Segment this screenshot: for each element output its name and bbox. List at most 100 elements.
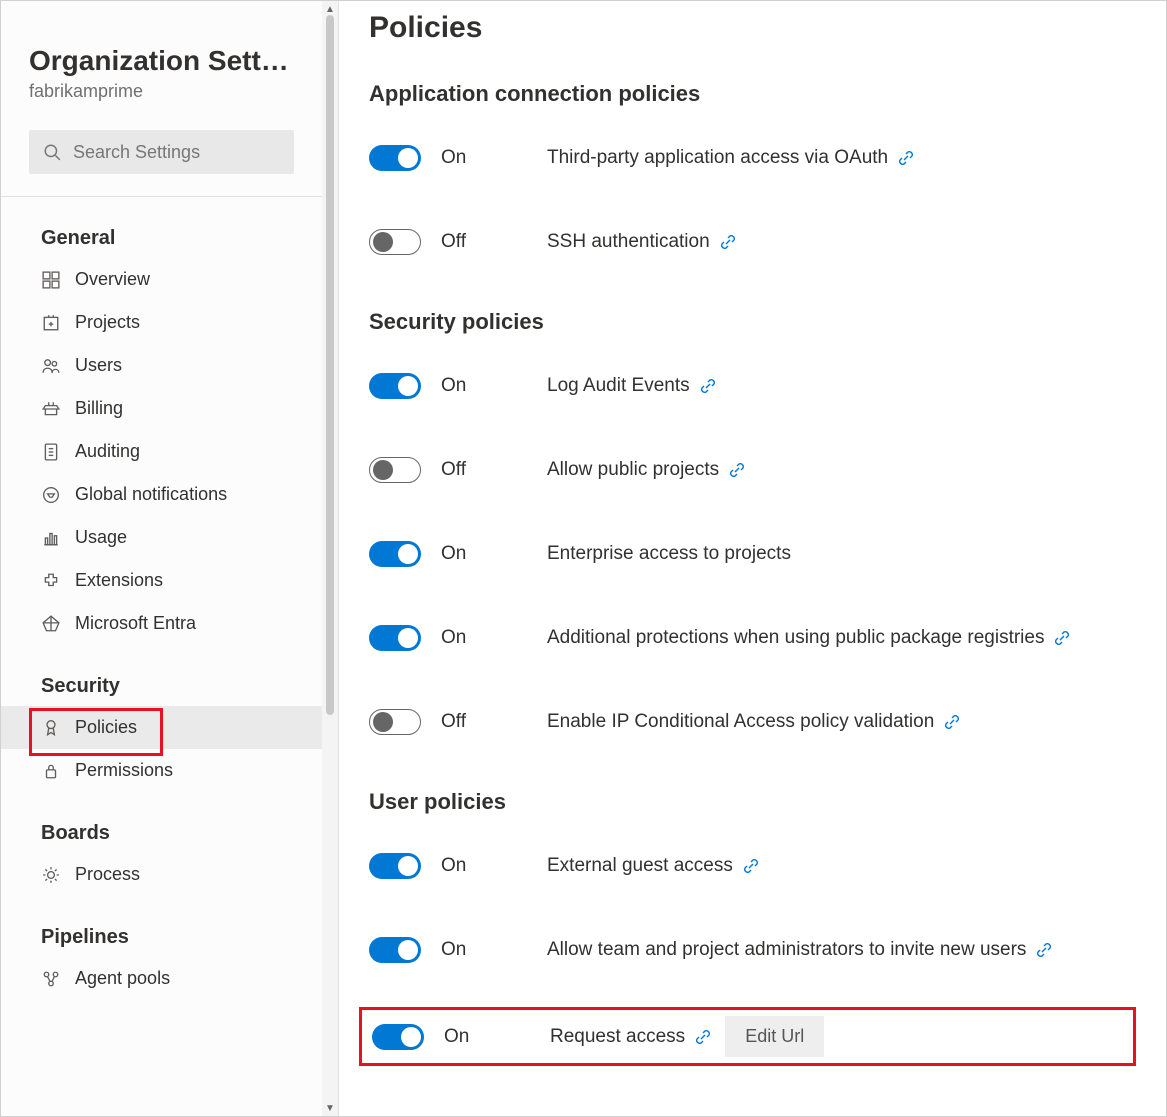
entra-icon [41, 614, 61, 634]
policy-toggle[interactable] [369, 541, 421, 567]
sidebar-item-projects[interactable]: Projects [1, 301, 322, 344]
policy-label: Additional protections when using public… [547, 627, 1070, 649]
policy-label-text: Allow public projects [547, 459, 719, 481]
policy-label: Allow public projects [547, 459, 745, 481]
policy-row: On Log Audit Events [369, 359, 1136, 413]
sidebar-item-label: Usage [75, 527, 127, 548]
link-icon[interactable] [695, 1029, 711, 1045]
policy-label: Enable IP Conditional Access policy vali… [547, 711, 960, 733]
sidebar-item-label: Auditing [75, 441, 140, 462]
policy-label-text: Third-party application access via OAuth [547, 147, 888, 169]
toggle-state-label: On [441, 147, 487, 169]
policy-toggle[interactable] [369, 145, 421, 171]
toggle-state-label: On [444, 1026, 490, 1048]
policy-label: Third-party application access via OAuth [547, 147, 914, 169]
sidebar-section-header: Pipelines [1, 896, 322, 957]
link-icon[interactable] [1054, 630, 1070, 646]
sidebar-title: Organization Settin… [29, 45, 294, 77]
policy-row: On Third-party application access via OAu… [369, 131, 1136, 185]
link-icon[interactable] [898, 150, 914, 166]
sidebar-item-process[interactable]: Process [1, 853, 322, 896]
search-settings[interactable] [29, 130, 294, 174]
sidebar-item-label: Microsoft Entra [75, 613, 196, 634]
link-icon[interactable] [743, 858, 759, 874]
extensions-icon [41, 571, 61, 591]
search-icon [43, 143, 61, 161]
toggle-state-label: On [441, 855, 487, 877]
link-icon[interactable] [729, 462, 745, 478]
policy-group-title: Security policies [369, 309, 1136, 335]
policy-label-text: SSH authentication [547, 231, 710, 253]
policy-toggle[interactable] [369, 229, 421, 255]
toggle-state-label: Off [441, 231, 487, 253]
search-input[interactable] [71, 141, 280, 164]
sidebar-item-microsoft-entra[interactable]: Microsoft Entra [1, 602, 322, 645]
link-icon[interactable] [944, 714, 960, 730]
policy-toggle[interactable] [369, 373, 421, 399]
policy-toggle[interactable] [369, 457, 421, 483]
sidebar-item-usage[interactable]: Usage [1, 516, 322, 559]
link-icon[interactable] [700, 378, 716, 394]
policy-label-text: External guest access [547, 855, 733, 877]
policy-toggle[interactable] [369, 937, 421, 963]
toggle-state-label: Off [441, 459, 487, 481]
policy-label-text: Log Audit Events [547, 375, 690, 397]
sidebar-item-label: Billing [75, 398, 123, 419]
policy-row: OffEnable IP Conditional Access policy v… [369, 695, 1136, 749]
sidebar-item-users[interactable]: Users [1, 344, 322, 387]
scroll-down-icon[interactable]: ▼ [322, 1100, 338, 1116]
sidebar-item-permissions[interactable]: Permissions [1, 749, 322, 792]
policy-label: Enterprise access to projects [547, 543, 791, 565]
sidebar-item-policies[interactable]: Policies [1, 706, 322, 749]
policy-toggle[interactable] [369, 625, 421, 651]
policy-row: On Request accessEdit Url [359, 1007, 1136, 1066]
link-icon[interactable] [1036, 942, 1052, 958]
policy-toggle[interactable] [369, 709, 421, 735]
scrollbar-track[interactable]: ▲ ▼ [322, 1, 338, 1116]
policy-label: External guest access [547, 855, 759, 877]
sidebar-item-label: Extensions [75, 570, 163, 591]
sidebar-subtitle: fabrikamprime [29, 81, 294, 102]
sidebar: ▲ ▼ Organization Settin… fabrikamprime G… [1, 1, 339, 1116]
policy-label-text: Enable IP Conditional Access policy vali… [547, 711, 934, 733]
toggle-state-label: On [441, 375, 487, 397]
policy-toggle[interactable] [369, 853, 421, 879]
overview-icon [41, 270, 61, 290]
link-icon[interactable] [720, 234, 736, 250]
users-icon [41, 356, 61, 376]
sidebar-section-header: General [1, 197, 322, 258]
policy-group-title: Application connection policies [369, 81, 1136, 107]
sidebar-item-label: Overview [75, 269, 150, 290]
sidebar-item-label: Permissions [75, 760, 173, 781]
policy-label-text: Allow team and project administrators to… [547, 939, 1026, 961]
auditing-icon [41, 442, 61, 462]
sidebar-item-label: Global notifications [75, 484, 227, 505]
sidebar-item-billing[interactable]: Billing [1, 387, 322, 430]
notifications-icon [41, 485, 61, 505]
policy-label: Request accessEdit Url [550, 1016, 824, 1057]
sidebar-item-auditing[interactable]: Auditing [1, 430, 322, 473]
scrollbar-thumb[interactable] [326, 15, 334, 715]
sidebar-item-label: Policies [75, 717, 137, 738]
policy-label-text: Enterprise access to projects [547, 543, 791, 565]
process-icon [41, 865, 61, 885]
sidebar-item-overview[interactable]: Overview [1, 258, 322, 301]
policy-row: OnAllow team and project administrators … [369, 923, 1136, 977]
edit-url-button[interactable]: Edit Url [725, 1016, 824, 1057]
policy-row: Off Allow public projects [369, 443, 1136, 497]
sidebar-item-label: Agent pools [75, 968, 170, 989]
permissions-icon [41, 761, 61, 781]
sidebar-item-agent-pools[interactable]: Agent pools [1, 957, 322, 1000]
sidebar-item-label: Users [75, 355, 122, 376]
policy-row: On External guest access [369, 839, 1136, 893]
policy-toggle[interactable] [372, 1024, 424, 1050]
sidebar-item-extensions[interactable]: Extensions [1, 559, 322, 602]
agent-pools-icon [41, 969, 61, 989]
page-title: Policies [369, 11, 1136, 45]
toggle-state-label: On [441, 543, 487, 565]
policy-group-title: User policies [369, 789, 1136, 815]
sidebar-item-global-notifications[interactable]: Global notifications [1, 473, 322, 516]
policy-label: Log Audit Events [547, 375, 716, 397]
policy-row: Off SSH authentication [369, 215, 1136, 269]
policy-label: Allow team and project administrators to… [547, 939, 1052, 961]
